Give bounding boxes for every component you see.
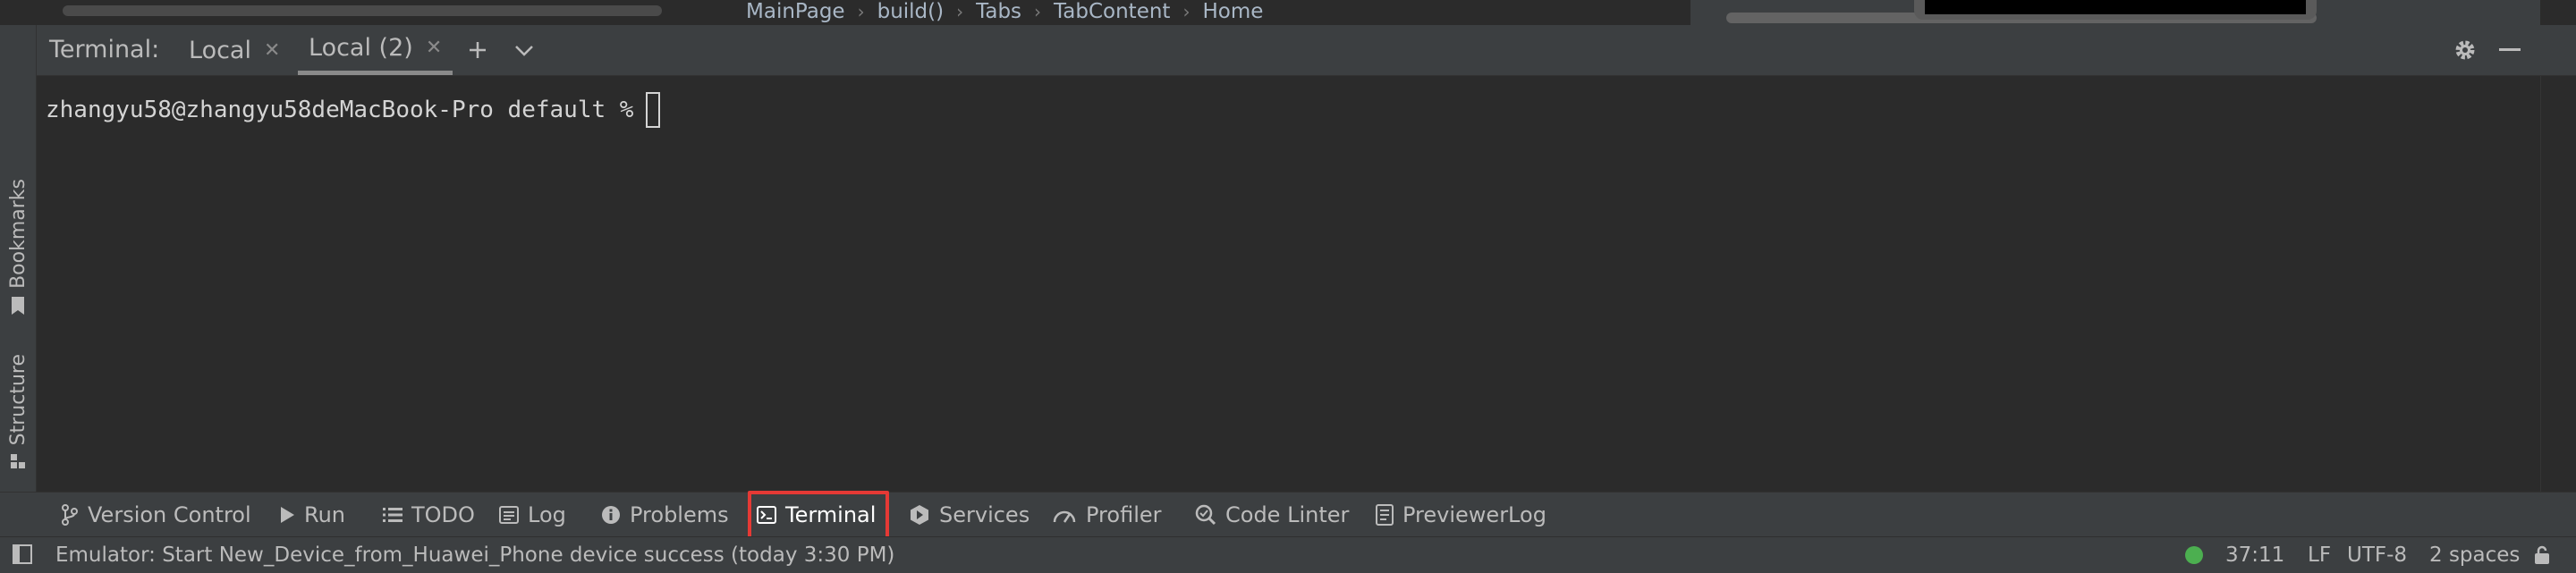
chevron-right-icon: › <box>1034 1 1042 22</box>
breadcrumb-item-build[interactable]: build() <box>865 0 957 23</box>
tool-label: TODO <box>411 502 475 527</box>
chevron-right-icon: › <box>857 1 865 22</box>
chevron-right-icon: › <box>956 1 964 22</box>
gear-icon[interactable] <box>2450 25 2480 75</box>
add-icon[interactable] <box>464 25 491 75</box>
tool-label: PreviewerLog <box>1402 502 1546 527</box>
tool-label: Version Control <box>88 502 251 527</box>
play-icon <box>279 506 295 524</box>
info-icon <box>601 505 621 525</box>
status-indicator-icon[interactable] <box>2184 545 2204 569</box>
chevron-right-icon: › <box>1182 1 1191 22</box>
left-tool-stripe: Bookmarks Structure <box>0 25 37 526</box>
tool-label: Log <box>528 502 566 527</box>
structure-label: Structure <box>6 354 30 446</box>
horizontal-scrollbar[interactable] <box>63 5 662 16</box>
tool-log[interactable]: Log <box>499 493 566 537</box>
tool-label: Code Linter <box>1225 502 1350 527</box>
tab-local-2[interactable]: Local (2) ✕ <box>298 25 453 75</box>
structure-tab[interactable]: Structure <box>0 354 36 474</box>
terminal-output[interactable]: zhangyu58@zhangyu58deMacBook-Pro default… <box>37 76 2539 492</box>
tool-code-linter[interactable]: Code Linter <box>1195 493 1349 537</box>
tool-label: Problems <box>630 502 729 527</box>
tool-window-bar: Version Control Run TODO Log Problems Te… <box>0 492 2576 537</box>
status-bar: Emulator: Start New_Device_from_Huawei_P… <box>0 536 2576 573</box>
file-encoding[interactable]: UTF-8 <box>2347 537 2407 573</box>
chevron-down-icon[interactable] <box>511 25 538 75</box>
breadcrumb-item-mainpage[interactable]: MainPage <box>733 0 858 23</box>
branch-icon <box>61 504 79 526</box>
linter-icon <box>1195 504 1216 526</box>
tool-profiler[interactable]: Profiler <box>1052 493 1162 537</box>
bookmarks-label: Bookmarks <box>6 179 30 289</box>
tab-label: Local (2) <box>309 34 413 62</box>
tool-todo[interactable]: TODO <box>383 493 475 537</box>
structure-icon <box>9 452 27 474</box>
breadcrumb: MainPage › build() › Tabs › TabContent ›… <box>733 0 1275 23</box>
device-screen <box>1925 0 2306 14</box>
breadcrumb-item-tabs[interactable]: Tabs <box>963 0 1034 23</box>
tool-services[interactable]: Services <box>909 493 1030 537</box>
tool-label: Services <box>939 502 1030 527</box>
gauge-icon <box>1052 506 1077 524</box>
breadcrumb-item-home[interactable]: Home <box>1190 0 1275 23</box>
document-icon <box>1376 504 1394 526</box>
prompt-text: zhangyu58@zhangyu58deMacBook-Pro default… <box>46 97 634 123</box>
bookmarks-tab[interactable]: Bookmarks <box>0 179 36 319</box>
tool-previewerlog[interactable]: PreviewerLog <box>1376 493 1546 537</box>
services-icon <box>909 504 930 526</box>
close-icon[interactable]: ✕ <box>426 37 442 59</box>
log-icon <box>499 506 519 524</box>
cursor-position[interactable]: 37:11 <box>2225 537 2284 573</box>
breadcrumb-item-tabcontent[interactable]: TabContent <box>1041 0 1182 23</box>
lock-icon[interactable] <box>2531 544 2553 569</box>
text-cursor <box>646 92 661 128</box>
terminal-header: Terminal: Local ✕ Local (2) ✕ <box>37 25 2576 76</box>
tab-label: Local <box>189 36 251 64</box>
close-icon[interactable]: ✕ <box>264 39 280 62</box>
list-icon <box>383 507 402 523</box>
terminal-highlight-box <box>748 491 889 541</box>
window-toggle-icon[interactable] <box>13 544 32 568</box>
status-message[interactable]: Emulator: Start New_Device_from_Huawei_P… <box>55 537 894 573</box>
terminal-prompt-line: zhangyu58@zhangyu58deMacBook-Pro default… <box>46 92 661 128</box>
indent-setting[interactable]: 2 spaces <box>2429 537 2520 573</box>
tab-local[interactable]: Local ✕ <box>189 25 280 75</box>
tool-run[interactable]: Run <box>279 493 345 537</box>
tool-problems[interactable]: Problems <box>601 493 729 537</box>
tool-label: Run <box>304 502 346 527</box>
line-separator[interactable]: LF <box>2308 537 2331 573</box>
tool-label: Profiler <box>1086 502 1162 527</box>
bookmark-icon <box>9 296 27 319</box>
minimize-icon[interactable] <box>2496 25 2523 75</box>
tool-version-control[interactable]: Version Control <box>61 493 251 537</box>
terminal-scrollbar-track[interactable] <box>2540 76 2576 492</box>
terminal-title: Terminal: <box>49 36 160 63</box>
